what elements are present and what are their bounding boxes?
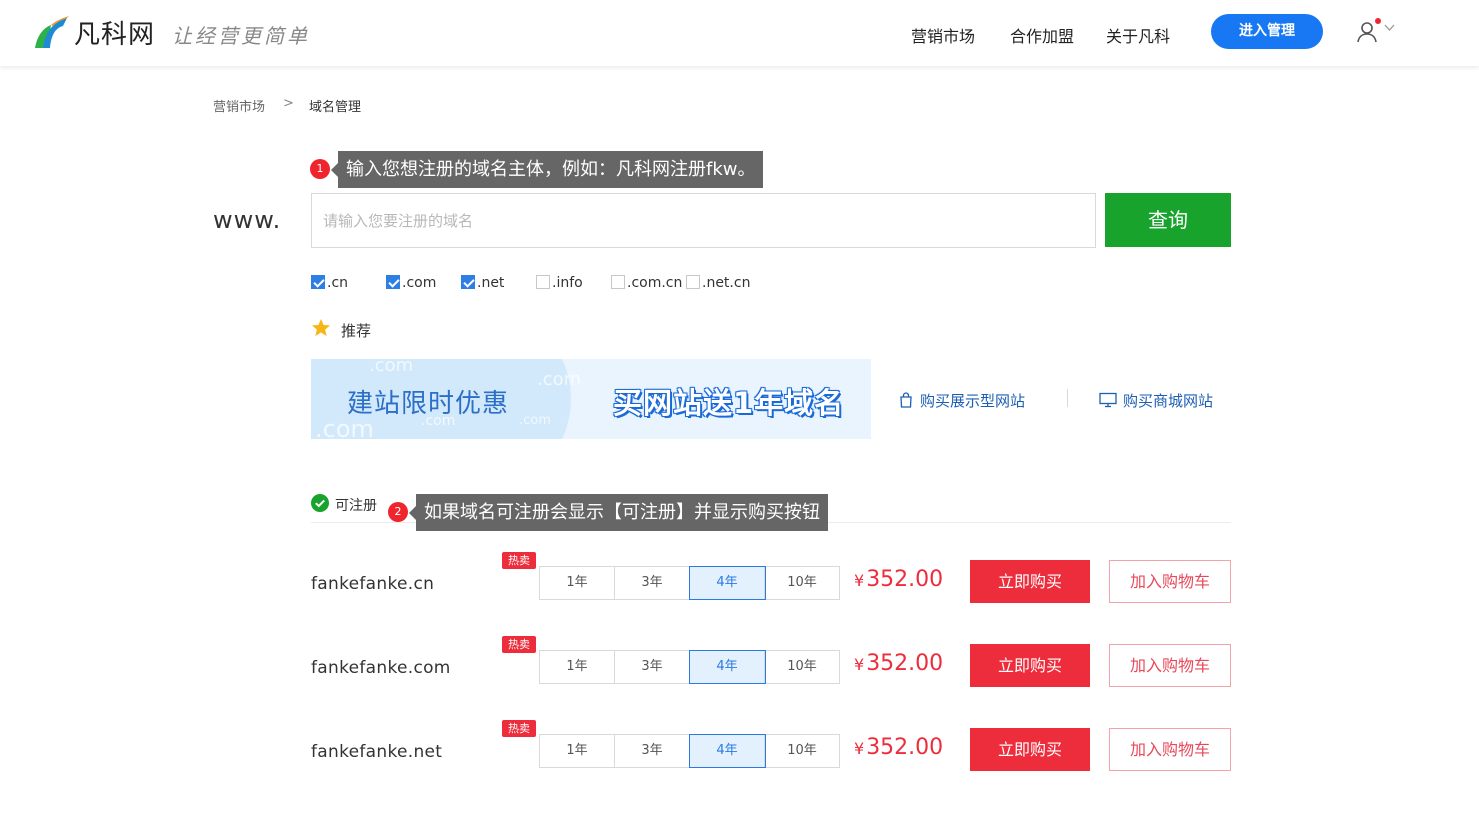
add-to-cart-button[interactable]: 加入购物车	[1109, 560, 1231, 603]
domain-result-row: fankefanke.com 1年 3年 4年 10年 热卖 ¥352.00 立…	[311, 636, 1231, 688]
price: ¥352.00	[854, 651, 943, 676]
suffix-label: .cn	[327, 275, 349, 291]
checkbox-com-cn[interactable]	[611, 275, 625, 289]
domain-result-row: fankefanke.net 1年 3年 4年 10年 热卖 ¥352.00 立…	[311, 720, 1231, 772]
checkbox-com[interactable]	[386, 275, 400, 289]
link-divider	[1067, 389, 1068, 407]
checkbox-net[interactable]	[461, 275, 475, 289]
breadcrumb-separator: >	[283, 96, 294, 111]
available-status-label: 可注册	[335, 498, 377, 514]
nav-marketing[interactable]: 营销市场	[911, 23, 975, 47]
price-value: 352.00	[866, 735, 944, 760]
domain-name: fankefanke.net	[311, 742, 443, 762]
check-circle-icon	[311, 494, 329, 512]
year-option-10[interactable]: 10年	[765, 567, 839, 599]
hot-badge: 热卖	[502, 552, 536, 569]
year-option-1[interactable]: 1年	[540, 651, 615, 683]
banner-ghost-text: .com	[537, 369, 582, 390]
hot-badge: 热卖	[502, 636, 536, 653]
domain-result-row: fankefanke.cn 1年 3年 4年 10年 热卖 ¥352.00 立即…	[311, 552, 1231, 604]
tooltip-2: 如果域名可注册会显示【可注册】并显示购买按钮	[409, 494, 828, 531]
slogan: 让经营更简单	[172, 24, 310, 48]
shopping-bag-icon	[900, 392, 912, 408]
top-header: 凡科网 让经营更简单 营销市场 合作加盟 关于凡科 进入管理	[0, 0, 1479, 66]
suffix-label: .com.cn	[627, 275, 683, 291]
tip-number-2: 2	[388, 502, 408, 522]
www-prefix: www.	[213, 206, 282, 234]
price-value: 352.00	[866, 567, 944, 592]
year-option-3[interactable]: 3年	[615, 735, 690, 767]
price-value: 352.00	[866, 651, 944, 676]
buy-mall-site-link[interactable]: 购买商城网站	[1099, 390, 1213, 411]
banner-promo: 买网站送1年域名	[613, 386, 845, 420]
banner-title: 建站限时优惠	[347, 389, 510, 419]
suffix-label: .com	[402, 275, 437, 291]
currency-symbol: ¥	[854, 655, 865, 674]
buy-now-button[interactable]: 立即购买	[970, 728, 1090, 771]
buy-showcase-site-link[interactable]: 购买展示型网站	[898, 390, 1025, 411]
price: ¥352.00	[854, 567, 943, 592]
year-selector[interactable]: 1年 3年 4年 10年	[539, 650, 840, 684]
year-option-10[interactable]: 10年	[765, 735, 839, 767]
notification-dot	[1375, 18, 1381, 24]
tooltip-1: 输入您想注册的域名主体，例如：凡科网注册fkw。	[330, 151, 764, 188]
search-button[interactable]: 查询	[1105, 193, 1231, 247]
suffix-label: .info	[552, 275, 583, 291]
chevron-down-icon[interactable]	[1384, 24, 1395, 32]
recommend-label: 推荐	[341, 322, 372, 340]
monitor-icon	[1099, 392, 1117, 408]
buy-now-button[interactable]: 立即购买	[970, 560, 1090, 603]
year-option-4[interactable]: 4年	[689, 734, 766, 768]
buy-mall-site-label[interactable]: 购买商城网站	[1123, 392, 1213, 410]
fanke-logo-icon[interactable]	[33, 14, 71, 50]
year-option-1[interactable]: 1年	[540, 567, 615, 599]
currency-symbol: ¥	[854, 739, 865, 758]
buy-now-button[interactable]: 立即购买	[970, 644, 1090, 687]
suffix-label: .net	[477, 275, 505, 291]
nav-partner[interactable]: 合作加盟	[1010, 23, 1074, 47]
year-selector[interactable]: 1年 3年 4年 10年	[539, 734, 840, 768]
year-option-3[interactable]: 3年	[615, 567, 690, 599]
year-option-1[interactable]: 1年	[540, 735, 615, 767]
suffix-label: .net.cn	[702, 275, 751, 291]
star-icon	[312, 319, 330, 336]
buy-showcase-site-label[interactable]: 购买展示型网站	[920, 392, 1025, 410]
year-option-4[interactable]: 4年	[689, 566, 766, 600]
year-option-4[interactable]: 4年	[689, 650, 766, 684]
promo-banner[interactable]: .com .com .com .com .com 建站限时优惠 买网站送1年域名	[311, 359, 871, 439]
checkbox-net-cn[interactable]	[686, 275, 700, 289]
add-to-cart-button[interactable]: 加入购物车	[1109, 644, 1231, 687]
nav-about[interactable]: 关于凡科	[1106, 23, 1170, 47]
year-option-10[interactable]: 10年	[765, 651, 839, 683]
user-icon[interactable]	[1355, 20, 1379, 44]
hot-badge: 热卖	[502, 720, 536, 737]
banner-ghost-text: .com	[519, 413, 551, 428]
price: ¥352.00	[854, 735, 943, 760]
domain-search-input[interactable]	[311, 193, 1096, 248]
year-selector[interactable]: 1年 3年 4年 10年	[539, 566, 840, 600]
checkbox-cn[interactable]	[311, 275, 325, 289]
breadcrumb-parent[interactable]: 营销市场	[213, 96, 265, 115]
add-to-cart-button[interactable]: 加入购物车	[1109, 728, 1231, 771]
year-option-3[interactable]: 3年	[615, 651, 690, 683]
banner-ghost-text: .com	[369, 359, 414, 376]
currency-symbol: ¥	[854, 571, 865, 590]
tip-number-1: 1	[310, 159, 330, 179]
domain-name: fankefanke.cn	[311, 574, 435, 594]
enter-management-button[interactable]: 进入管理	[1211, 14, 1323, 49]
breadcrumb-current: 域名管理	[309, 100, 362, 115]
checkbox-info[interactable]	[536, 275, 550, 289]
logo-text[interactable]: 凡科网	[74, 14, 155, 51]
domain-name: fankefanke.com	[311, 658, 451, 678]
